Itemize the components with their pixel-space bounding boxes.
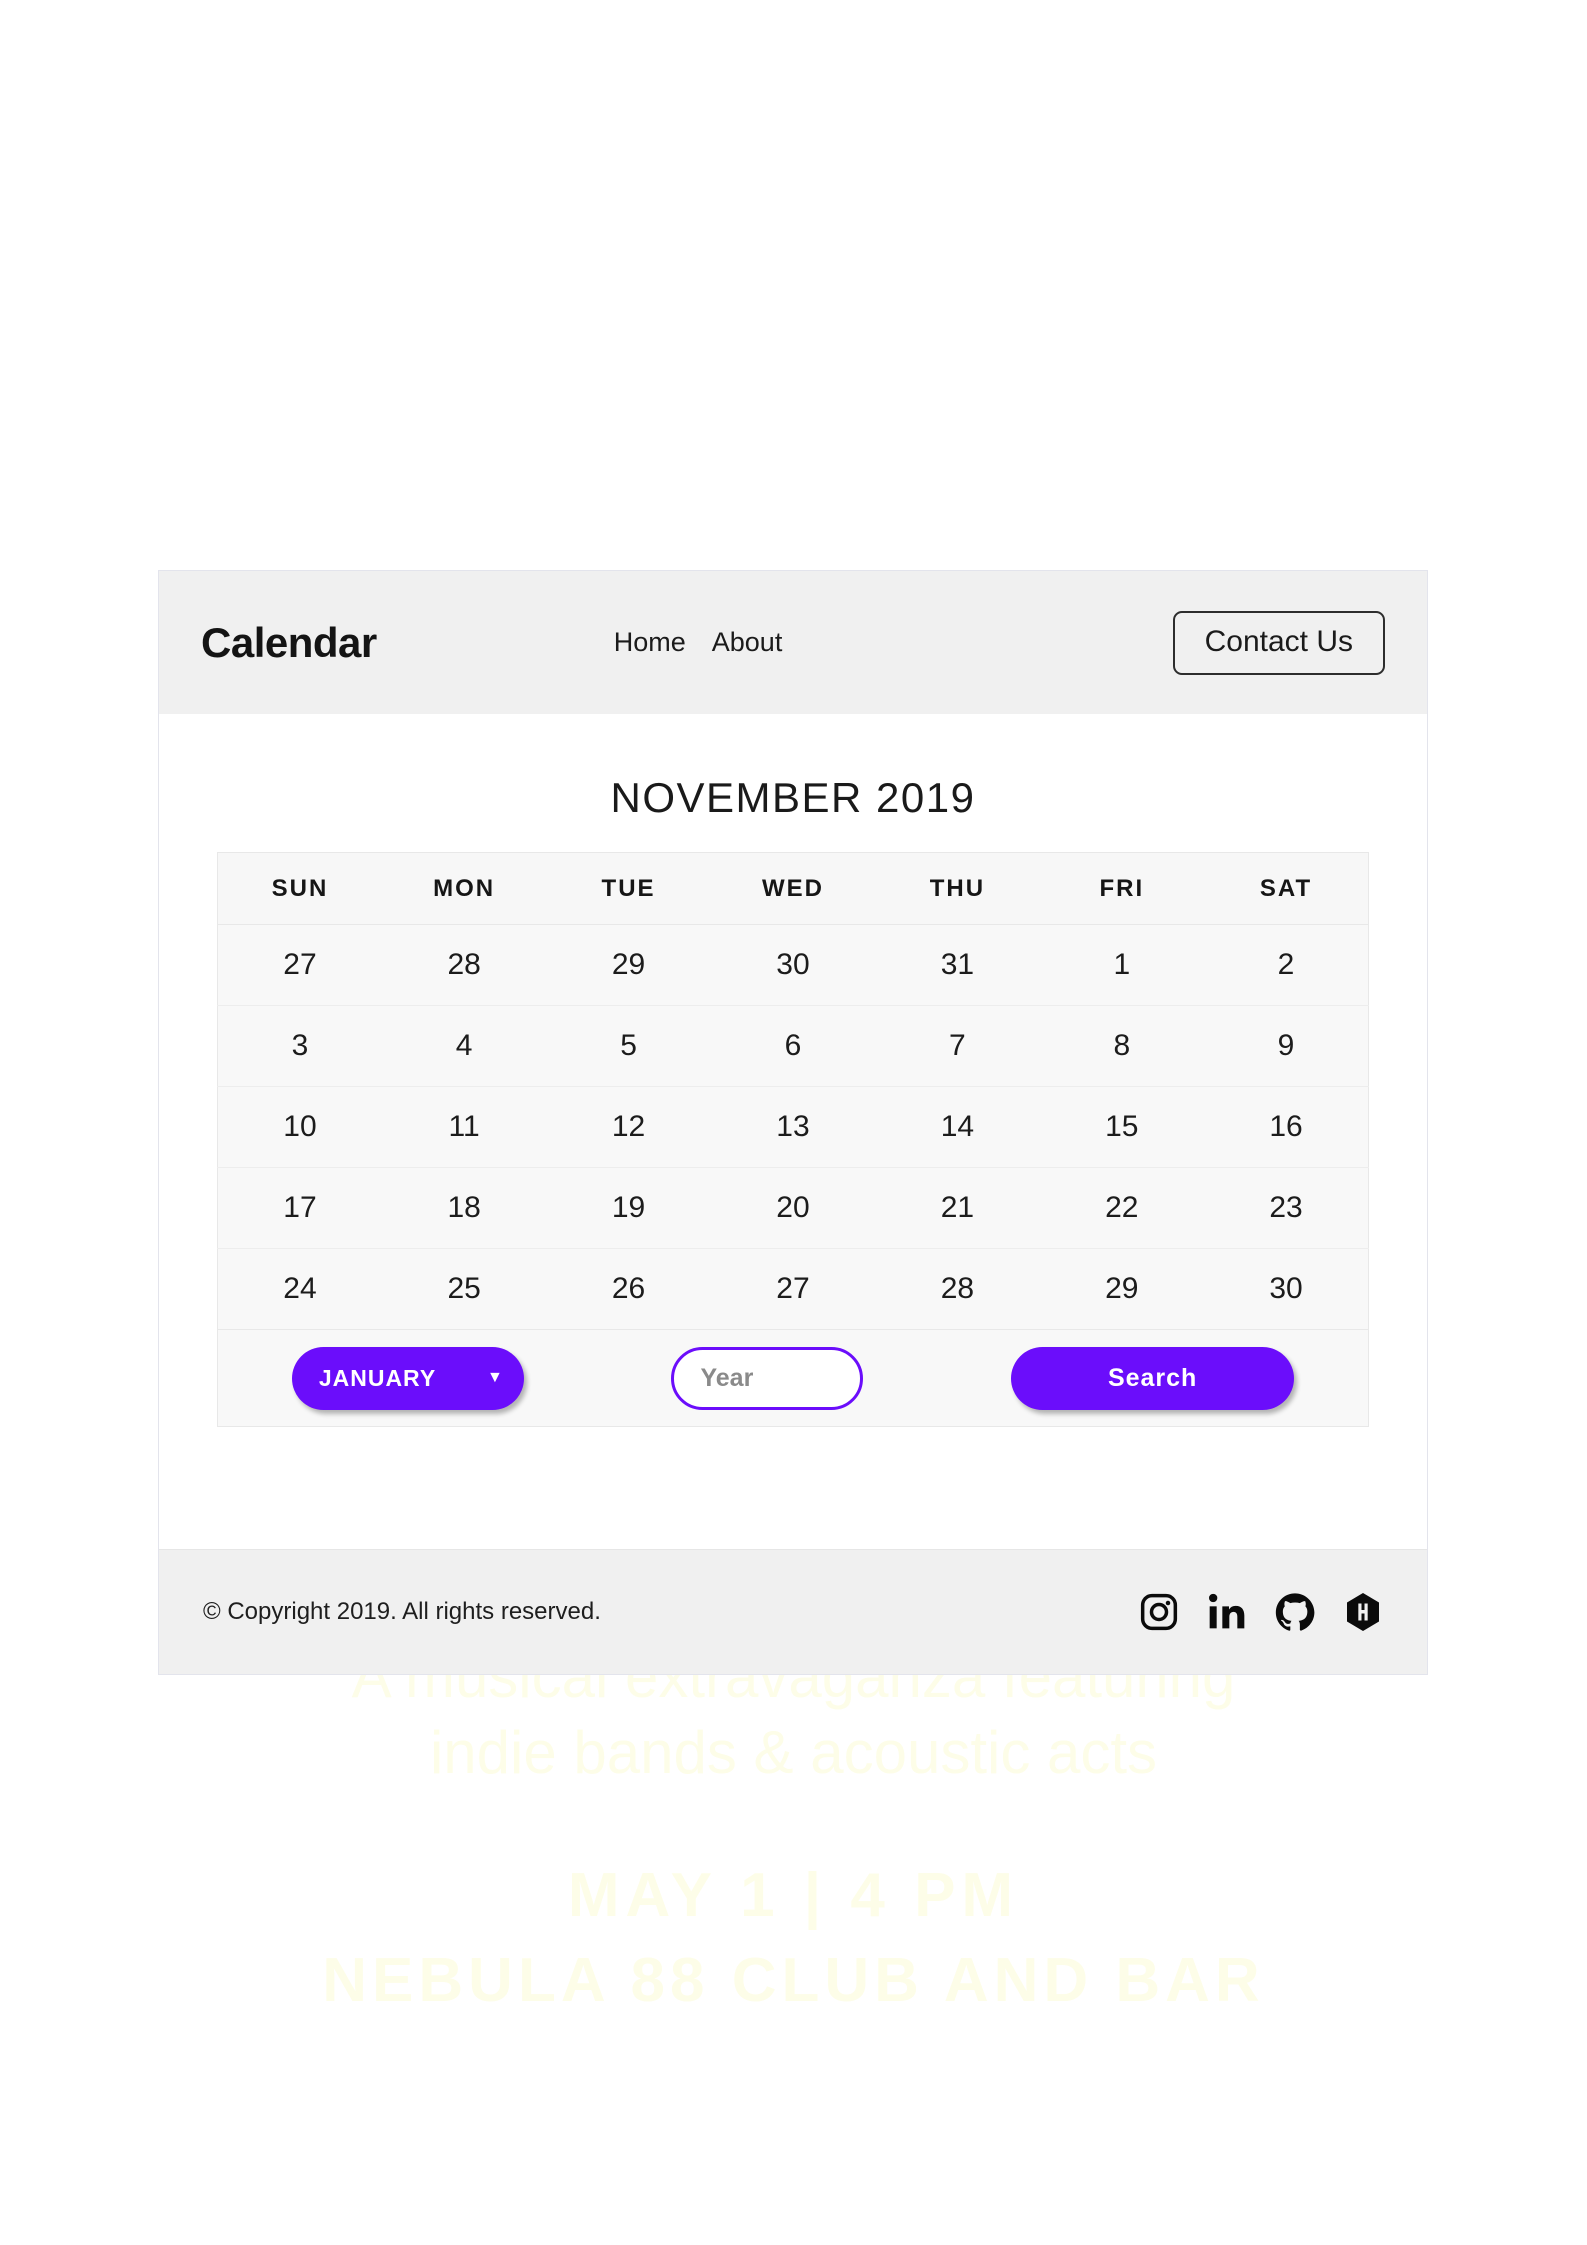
calendar-day-cell[interactable]: 1	[1039, 924, 1205, 1006]
calendar-week-row: 3456789	[217, 1005, 1369, 1087]
calendar-week-row: 17 18 19 20 21 22 23	[217, 1167, 1369, 1249]
nav-link-home[interactable]: Home	[614, 627, 686, 658]
site-footer: © Copyright 2019. All rights reserved.	[159, 1549, 1427, 1674]
calendar-day-cell-selected[interactable]: 6	[710, 1005, 876, 1087]
calendar-day-cell[interactable]: 11	[381, 1086, 547, 1168]
calendar-week-row: 10 11 12 13 14 15 16	[217, 1086, 1369, 1168]
github-icon[interactable]	[1275, 1592, 1315, 1632]
calendar-controls: JANUARY ▼ Search	[217, 1329, 1369, 1427]
calendar-day-cell[interactable]: 4	[381, 1005, 547, 1087]
brand-logo[interactable]: Calendar	[201, 619, 377, 667]
calendar-day-cell[interactable]: 8	[1039, 1005, 1205, 1087]
calendar-day-cell[interactable]: 21	[875, 1167, 1040, 1249]
calendar-day-cell[interactable]: 15	[1039, 1086, 1205, 1168]
search-button[interactable]: Search	[1011, 1346, 1295, 1410]
calendar-day-cell[interactable]: 2	[1204, 924, 1369, 1006]
poster-subtitle-line-2: indie bands & acoustic acts	[429, 1719, 1158, 1786]
calendar-day-cell[interactable]: 18	[381, 1167, 547, 1249]
weekday-header-mon: MON	[381, 852, 547, 925]
poster-venue: NEBULA 88 CLUB AND BAR	[322, 1946, 1265, 2015]
month-title: NOVEMBER 2019	[610, 774, 976, 821]
calendar-body: NOVEMBER 2019 SUN MON TUE WED THU FRI SA…	[159, 714, 1427, 1427]
calendar-day-cell[interactable]: 19	[546, 1167, 711, 1249]
calendar-day-cell[interactable]: 14	[875, 1086, 1040, 1168]
calendar-week-row: 24 25 26 27 28 29 30	[217, 1248, 1369, 1330]
calendar-day-cell[interactable]: 30	[710, 924, 876, 1006]
site-header: Calendar Home About Contact Us	[159, 571, 1427, 714]
instagram-icon[interactable]	[1139, 1592, 1179, 1632]
calendar-week-row: 27 28 29 30 31 1 2	[217, 924, 1369, 1006]
social-links	[1139, 1592, 1383, 1632]
hashnode-icon[interactable]	[1343, 1592, 1383, 1632]
calendar-day-cell[interactable]: 27	[217, 924, 382, 1006]
weekday-header-row: SUN MON TUE WED THU FRI SAT	[217, 852, 1369, 925]
calendar-day-cell[interactable]: 27	[710, 1248, 876, 1330]
calendar-day-cell[interactable]: 16	[1204, 1086, 1369, 1168]
weekday-header-wed: WED	[710, 852, 876, 925]
calendar-day-cell[interactable]: 29	[546, 924, 711, 1006]
calendar-day-cell[interactable]: 23	[1204, 1167, 1369, 1249]
calendar-day-cell[interactable]: 20	[710, 1167, 876, 1249]
month-select-label: JANUARY	[318, 1364, 437, 1391]
weekday-header-tue: TUE	[546, 852, 711, 925]
calendar-day-cell[interactable]: 17	[217, 1167, 382, 1249]
linkedin-icon[interactable]	[1207, 1592, 1247, 1632]
calendar-day-cell[interactable]: 31	[875, 924, 1040, 1006]
calendar-day-cell[interactable]: 5	[546, 1005, 711, 1087]
year-input[interactable]	[671, 1346, 864, 1410]
main-nav: Home About	[614, 627, 783, 658]
calendar-day-cell[interactable]: 26	[546, 1248, 711, 1330]
chevron-down-icon: ▼	[486, 1369, 504, 1386]
contact-us-button[interactable]: Contact Us	[1172, 610, 1385, 675]
calendar-day-cell[interactable]: 12	[546, 1086, 711, 1168]
calendar-day-cell[interactable]: 30	[1204, 1248, 1369, 1330]
calendar-day-cell[interactable]: 25	[381, 1248, 547, 1330]
calendar-day-cell[interactable]: 29	[1039, 1248, 1205, 1330]
calendar-day-cell[interactable]: 22	[1039, 1167, 1205, 1249]
nav-link-about[interactable]: About	[712, 627, 783, 658]
calendar-rows: 27 28 29 30 31 1 2 3 4 5 6 7 8 9 10 11 12 13 14 15 16 17 18 19 2…	[217, 924, 1369, 1330]
calendar-grid: SUN MON TUE WED THU FRI SAT 27 28 29 30 31 1 2…	[217, 852, 1369, 1330]
weekday-header-sun: SUN	[217, 852, 382, 925]
calendar-day-cell[interactable]: 24	[217, 1248, 382, 1330]
copyright-text: © Copyright 2019. All rights reserved.	[203, 1598, 601, 1625]
weekday-header-sat: SAT	[1204, 852, 1369, 925]
calendar-day-cell[interactable]: 9	[1204, 1005, 1369, 1087]
calendar-day-cell[interactable]: 3	[217, 1005, 382, 1087]
weekday-header-thu: THU	[875, 852, 1040, 925]
calendar-card: Calendar Home About Contact Us NOVEMBER …	[158, 570, 1428, 1675]
calendar-day-cell[interactable]: 13	[710, 1086, 876, 1168]
calendar-day-cell[interactable]: 28	[381, 924, 547, 1006]
calendar-day-cell[interactable]: 10	[217, 1086, 382, 1168]
poster-datetime: MAY 1 | 4 PM	[567, 1861, 1020, 1930]
calendar-day-cell[interactable]: 7	[875, 1005, 1040, 1087]
month-select[interactable]: JANUARY ▼	[291, 1346, 524, 1410]
weekday-header-fri: FRI	[1039, 852, 1205, 925]
calendar-day-cell[interactable]: 28	[875, 1248, 1040, 1330]
